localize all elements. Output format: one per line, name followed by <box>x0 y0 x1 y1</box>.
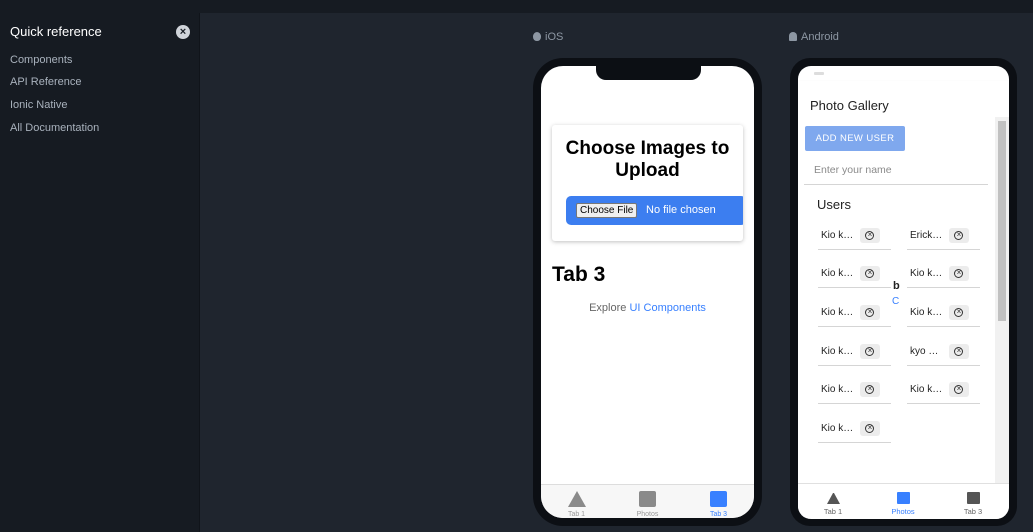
file-status: No file chosen <box>646 204 716 216</box>
ios-notch <box>596 66 701 80</box>
user-name: Kio k… <box>821 307 854 318</box>
add-new-user-button[interactable]: ADD NEW USER <box>805 126 905 151</box>
apple-icon <box>533 32 541 41</box>
android-tab-3[interactable]: Tab 3 <box>938 484 1008 519</box>
delete-user-icon[interactable] <box>949 266 969 281</box>
android-content: ADD NEW USER Enter your name Users Kio k… <box>798 117 1009 519</box>
status-bar-icons <box>970 72 994 85</box>
link-all-documentation[interactable]: All Documentation <box>10 122 99 134</box>
overlap-text-b: b <box>893 280 900 292</box>
user-name: kyo … <box>910 346 939 357</box>
android-tab-bar: Tab 1 Photos Tab 3 <box>798 483 1009 519</box>
user-name: Kio k… <box>910 307 943 318</box>
android-toolbar: Photo Gallery <box>798 81 1009 117</box>
delete-user-icon[interactable] <box>860 305 880 320</box>
android-tab-photos[interactable]: Photos <box>868 484 938 519</box>
user-name: Kio k… <box>821 268 854 279</box>
user-name: Kio k… <box>910 384 943 395</box>
ios-tab-photos-label: Photos <box>636 511 659 518</box>
ui-components-link[interactable]: UI Components <box>629 302 705 314</box>
delete-user-icon[interactable] <box>949 344 969 359</box>
ios-tab-3[interactable]: Tab 3 <box>683 485 754 518</box>
delete-user-icon[interactable] <box>860 421 880 436</box>
scrollbar-thumb[interactable] <box>998 121 1006 321</box>
close-icon[interactable]: × <box>176 25 190 39</box>
android-tab-3-label: Tab 3 <box>963 507 983 516</box>
users-heading: Users <box>817 197 851 212</box>
square-icon <box>967 492 980 504</box>
file-input[interactable]: Choose File No file chosen <box>566 196 743 225</box>
toolbar-title: Photo Gallery <box>810 98 889 113</box>
user-name: Kio k… <box>821 423 854 434</box>
overlap-text-c: C <box>892 296 900 307</box>
user-name: Kio k… <box>821 384 854 395</box>
user-item: Kio k… <box>907 263 980 288</box>
delete-user-icon[interactable] <box>949 228 969 243</box>
android-screen: Photo Gallery ADD NEW USER Enter your na… <box>798 66 1009 519</box>
user-item: Kio k… <box>907 302 980 327</box>
upload-title: Choose Images to Upload <box>565 138 730 181</box>
android-label-text: Android <box>801 31 839 43</box>
name-input[interactable]: Enter your name <box>804 156 988 185</box>
user-item: Kio k… <box>818 341 891 366</box>
user-item: Erick… <box>907 225 980 250</box>
ios-tab-1-label: Tab 1 <box>567 511 586 518</box>
triangle-icon <box>568 491 586 507</box>
quick-reference-panel: Quick reference × Components API Referen… <box>0 13 200 532</box>
delete-user-icon[interactable] <box>860 266 880 281</box>
square-icon <box>710 491 727 507</box>
ios-platform-label: iOS <box>533 31 563 43</box>
user-name: Kio k… <box>910 268 943 279</box>
explore-prefix: Explore <box>589 302 627 314</box>
user-item: kyo … <box>907 341 980 366</box>
user-item: Kio k… <box>907 379 980 404</box>
android-platform-label: Android <box>789 31 839 43</box>
delete-user-icon[interactable] <box>860 344 880 359</box>
ios-device-frame: Choose Images to Upload Choose File No f… <box>533 58 762 526</box>
triangle-icon <box>827 492 840 504</box>
android-icon <box>789 32 797 41</box>
android-tab-1[interactable]: Tab 1 <box>798 484 868 519</box>
status-bar-left <box>814 72 824 75</box>
android-device-frame: Photo Gallery ADD NEW USER Enter your na… <box>790 58 1017 526</box>
delete-user-icon[interactable] <box>949 305 969 320</box>
link-api-reference[interactable]: API Reference <box>10 76 82 88</box>
link-components[interactable]: Components <box>10 54 72 66</box>
user-item: Kio k… <box>818 418 891 443</box>
user-name: Kio k… <box>821 230 854 241</box>
page-title: Tab 3 <box>552 263 606 286</box>
explore-text: Explore UI Components <box>541 302 754 314</box>
images-icon <box>897 492 910 504</box>
user-item: Kio k… <box>818 379 891 404</box>
ios-tab-3-label: Tab 3 <box>709 511 728 518</box>
user-item: Kio k… <box>818 263 891 288</box>
user-name: Erick… <box>910 230 943 241</box>
ios-tab-1[interactable]: Tab 1 <box>541 485 612 518</box>
ios-tab-photos[interactable]: Photos <box>612 485 683 518</box>
ios-label-text: iOS <box>545 31 564 43</box>
quick-reference-title: Quick reference <box>10 24 102 39</box>
link-ionic-native[interactable]: Ionic Native <box>10 99 67 111</box>
android-tab-photos-label: Photos <box>891 507 915 516</box>
user-name: Kio k… <box>821 346 854 357</box>
android-tab-1-label: Tab 1 <box>823 507 843 516</box>
user-item: Kio k… <box>818 302 891 327</box>
images-icon <box>639 491 656 507</box>
top-bar <box>0 0 1033 13</box>
delete-user-icon[interactable] <box>860 382 880 397</box>
choose-file-button[interactable]: Choose File <box>576 203 638 218</box>
delete-user-icon[interactable] <box>860 228 880 243</box>
user-item: Kio k… <box>818 225 891 250</box>
delete-user-icon[interactable] <box>949 382 969 397</box>
upload-card: Choose Images to Upload Choose File No f… <box>552 125 743 241</box>
ios-tab-bar: Tab 1 Photos Tab 3 <box>541 484 754 518</box>
ios-screen: Choose Images to Upload Choose File No f… <box>541 66 754 518</box>
